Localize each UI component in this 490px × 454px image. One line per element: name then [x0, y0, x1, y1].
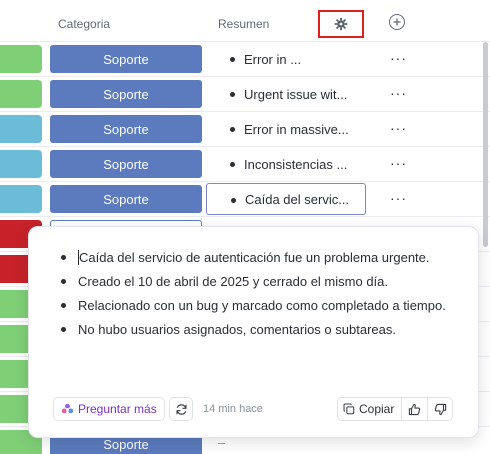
thumbs-down-icon	[434, 403, 446, 415]
plus-icon	[393, 18, 401, 26]
copy-button[interactable]: Copiar	[337, 397, 401, 421]
thumbs-up-button[interactable]	[401, 397, 427, 421]
summary-text: Urgent issue wit...	[244, 86, 348, 102]
status-cell[interactable]	[0, 185, 42, 213]
status-cell[interactable]	[0, 150, 42, 178]
generated-time: 14 min hace	[203, 403, 263, 415]
more-options-button[interactable]: ···	[390, 190, 407, 206]
summary-bullet: Relacionado con un bug y marcado como co…	[59, 295, 459, 316]
table-header: Categoria Resumen	[0, 0, 490, 42]
summary-text: Caída del servic...	[245, 191, 350, 207]
thumbs-down-button[interactable]	[427, 397, 453, 421]
more-options-button[interactable]: ···	[390, 155, 407, 171]
thumbs-up-icon	[408, 403, 421, 415]
category-tag[interactable]: Soporte	[50, 115, 202, 143]
more-options-button[interactable]: ···	[390, 50, 407, 66]
category-tag[interactable]: Soporte	[50, 45, 202, 73]
copy-icon	[343, 403, 355, 415]
column-header-categoria[interactable]: Categoria	[58, 17, 110, 31]
ask-more-label: Preguntar más	[78, 402, 157, 416]
column-settings-button[interactable]	[318, 10, 364, 38]
table-row[interactable]: Soporte Error in massive... ···	[0, 112, 490, 147]
refresh-icon	[175, 403, 187, 415]
summary-cell[interactable]: Error in massive...	[206, 113, 366, 145]
ask-more-button[interactable]: Preguntar más	[53, 397, 165, 421]
table-row[interactable]: Soporte Inconsistencias ... ···	[0, 147, 490, 182]
more-options-button[interactable]: ···	[390, 120, 407, 136]
summary-cell[interactable]: Inconsistencias ...	[206, 148, 366, 180]
copy-label: Copiar	[359, 402, 395, 416]
add-column-button[interactable]	[389, 14, 405, 30]
summary-cell-active[interactable]: Caída del servic...	[206, 183, 366, 215]
summary-bullet: Caída del servicio de autenticación fue …	[59, 247, 459, 268]
ai-summary-popup: Caída del servicio de autenticación fue …	[28, 226, 479, 438]
column-header-resumen[interactable]: Resumen	[218, 17, 269, 31]
table-row[interactable]: Soporte Caída del servic... ···	[0, 182, 490, 217]
ai-sparkle-icon	[61, 403, 74, 413]
table-row[interactable]: Soporte Urgent issue wit... ···	[0, 77, 490, 112]
category-tag[interactable]: Soporte	[50, 185, 202, 213]
gear-icon	[334, 17, 348, 31]
table-row[interactable]: Soporte Error in ... ···	[0, 42, 490, 77]
summary-text: Inconsistencias ...	[244, 156, 348, 172]
vertical-scrollbar[interactable]	[483, 42, 488, 247]
summary-bullet: No hubo usuarios asignados, comentarios …	[59, 319, 459, 340]
category-tag[interactable]: Soporte	[50, 80, 202, 108]
summary-text: Error in ...	[244, 51, 302, 67]
summary-bullet: Creado el 10 de abril de 2025 y cerrado …	[59, 271, 459, 292]
more-options-button[interactable]: ···	[390, 85, 407, 101]
status-cell[interactable]	[0, 80, 42, 108]
status-cell[interactable]	[0, 115, 42, 143]
summary-text: Error in massive...	[244, 121, 349, 137]
category-tag[interactable]: Soporte	[50, 150, 202, 178]
status-cell[interactable]	[0, 45, 42, 73]
summary-bullet-list: Caída del servicio de autenticación fue …	[59, 247, 459, 343]
regenerate-button[interactable]	[169, 397, 193, 421]
summary-cell[interactable]: Urgent issue wit...	[206, 78, 366, 110]
summary-cell[interactable]: Error in ...	[206, 43, 366, 75]
